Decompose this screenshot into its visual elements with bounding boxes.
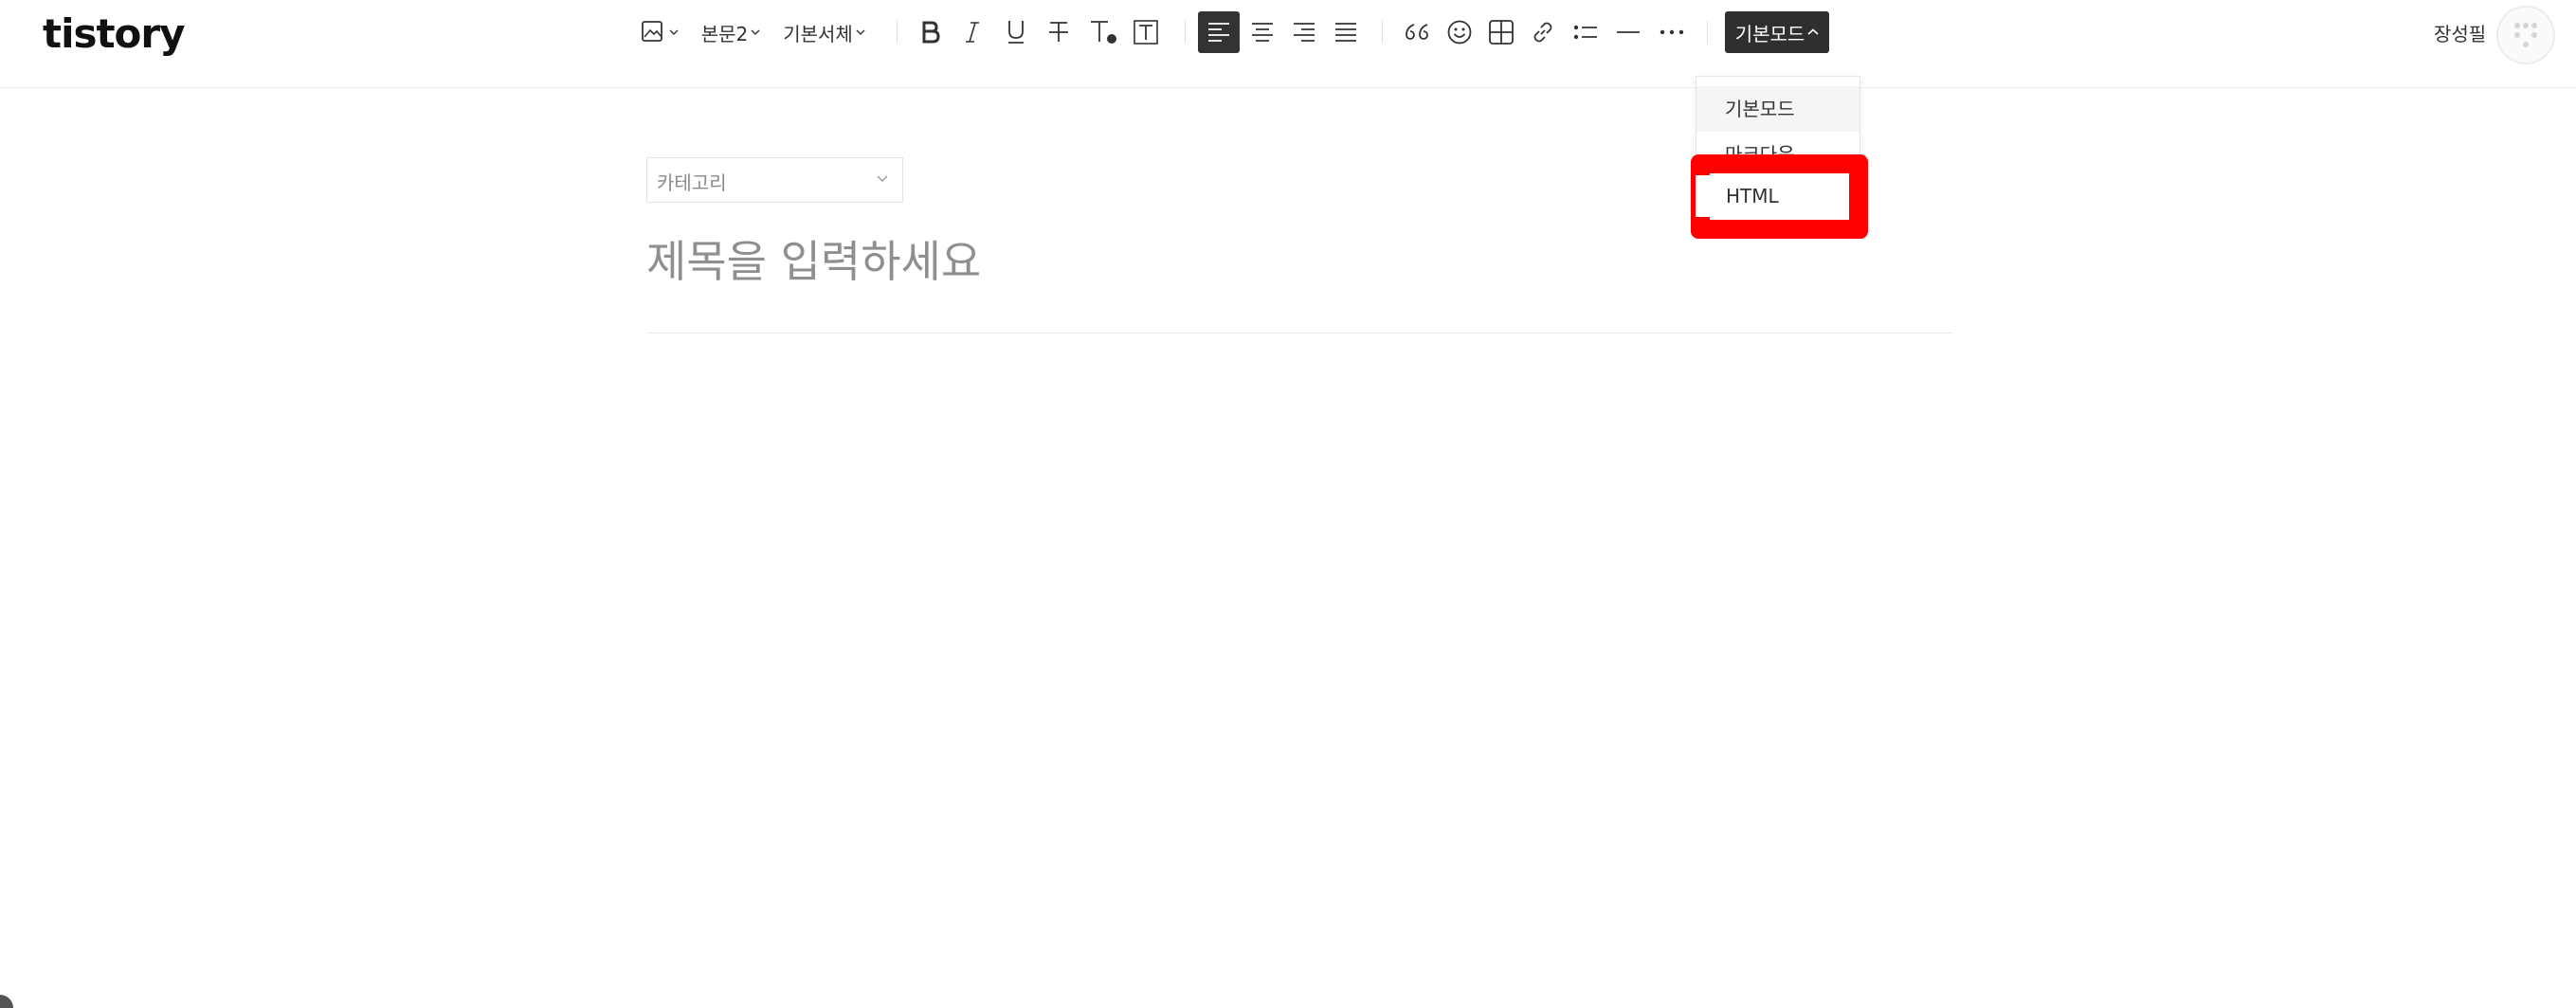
list-button[interactable]	[1565, 11, 1606, 53]
avatar[interactable]	[2496, 6, 2555, 64]
bulleted-list-icon	[1573, 25, 1597, 40]
image-icon	[641, 21, 662, 42]
emoticon-button[interactable]	[1439, 11, 1480, 53]
table-icon	[1489, 20, 1514, 45]
editor-page: tistory 본문2 기본서체 기본모드 장성필 기본모드 마크다운 HTML…	[0, 0, 2576, 1008]
menu-item-html[interactable]: HTML	[1696, 175, 1847, 217]
text-color-button[interactable]	[1084, 11, 1122, 53]
link-button[interactable]	[1522, 11, 1564, 53]
title-input[interactable]	[646, 227, 1954, 296]
divider-button[interactable]	[1607, 11, 1649, 53]
align-right-icon	[1294, 23, 1315, 42]
bold-icon	[922, 21, 940, 44]
paragraph-style-dropdown[interactable]: 본문2	[698, 11, 764, 53]
horizontal-line-icon	[1617, 31, 1640, 33]
chevron-down-icon	[669, 29, 678, 35]
align-center-button[interactable]	[1242, 11, 1283, 53]
insert-image-button[interactable]	[637, 11, 682, 53]
toolbar-divider	[1185, 21, 1186, 44]
text-background-button[interactable]	[1127, 11, 1165, 53]
emoji-icon	[1447, 20, 1472, 45]
font-label: 기본서체	[783, 22, 853, 45]
link-icon	[1533, 22, 1552, 43]
underline-icon	[1008, 21, 1024, 44]
category-placeholder: 카테고리	[657, 171, 727, 194]
font-dropdown[interactable]: 기본서체	[779, 11, 869, 53]
italic-icon	[966, 22, 979, 43]
top-toolbar: tistory 본문2 기본서체 기본모드 장성필	[0, 0, 2576, 88]
align-center-icon	[1252, 23, 1273, 42]
tistory-logo[interactable]: tistory	[43, 6, 185, 63]
align-justify-button[interactable]	[1325, 11, 1367, 53]
align-justify-icon	[1335, 23, 1356, 42]
align-right-button[interactable]	[1283, 11, 1325, 53]
align-left-button[interactable]	[1198, 11, 1240, 53]
table-button[interactable]	[1480, 11, 1522, 53]
category-select[interactable]: 카테고리	[646, 157, 903, 203]
more-options-button[interactable]	[1651, 11, 1693, 53]
window-corner	[0, 995, 13, 1008]
chevron-up-icon	[1807, 28, 1819, 35]
strikethrough-button[interactable]	[1040, 11, 1078, 53]
menu-item-basic-mode[interactable]: 기본모드	[1696, 86, 1859, 132]
underline-button[interactable]	[997, 11, 1035, 53]
more-icon	[1660, 29, 1684, 35]
strikethrough-icon	[1049, 22, 1068, 42]
toolbar-divider	[1382, 21, 1383, 44]
quote-button[interactable]	[1396, 11, 1438, 53]
paragraph-style-label: 본문2	[700, 22, 749, 45]
toolbar-divider	[1707, 21, 1708, 44]
quote-icon	[1406, 24, 1428, 40]
editor-mode-button[interactable]: 기본모드	[1725, 11, 1829, 53]
chevron-down-icon	[751, 29, 760, 35]
chevron-down-icon	[877, 175, 888, 182]
toolbar-divider	[897, 21, 898, 44]
text-color-icon	[1091, 21, 1116, 44]
align-left-icon	[1208, 23, 1229, 42]
chevron-down-icon	[856, 29, 865, 35]
text-background-icon	[1134, 20, 1158, 45]
editor-mode-label: 기본모드	[1734, 22, 1805, 45]
bold-button[interactable]	[912, 11, 950, 53]
user-name[interactable]: 장성필	[2434, 19, 2486, 46]
italic-button[interactable]	[953, 11, 991, 53]
